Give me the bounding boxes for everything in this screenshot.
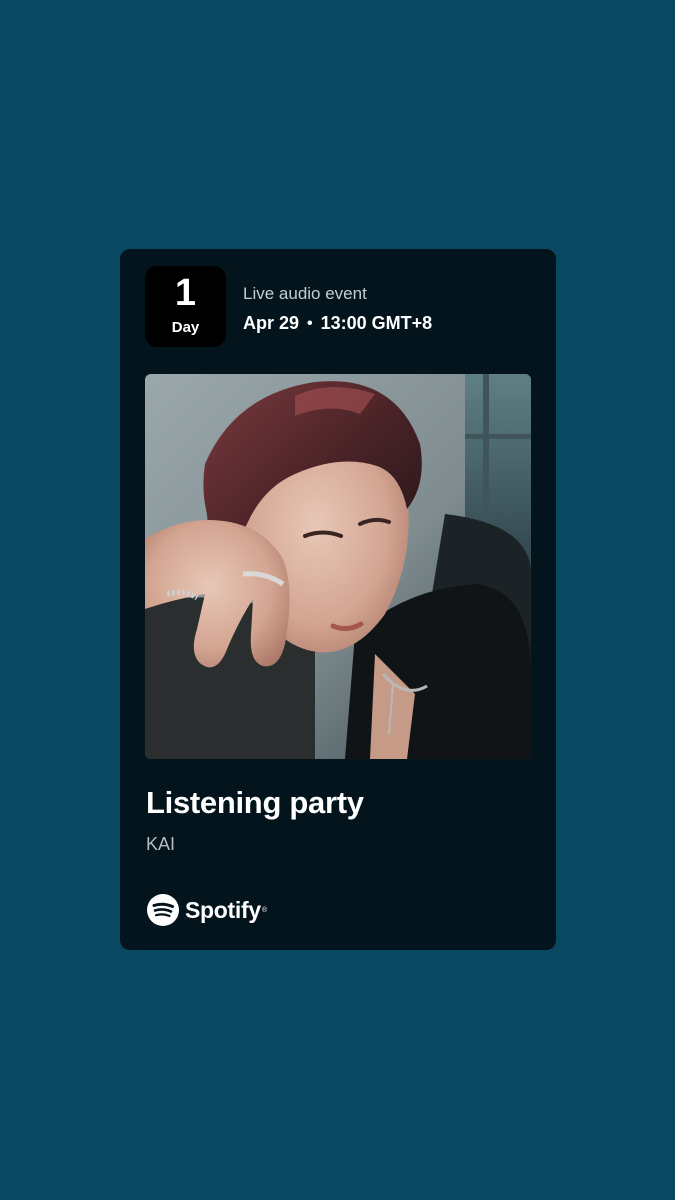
countdown-unit: Day [171, 319, 200, 336]
event-title: Listening party [146, 785, 364, 820]
separator-dot: • [307, 315, 313, 332]
event-time: 13:00 GMT+8 [320, 313, 433, 333]
artist-portrait-photo [145, 374, 531, 759]
spotify-wordmark: Spotify [185, 896, 261, 923]
countdown-badge: 1 Day [145, 266, 226, 347]
spotify-logo-icon [147, 894, 179, 926]
spotify-brand: Spotify ® [147, 893, 267, 927]
event-datetime: Apr 29 • 13:00 GMT+8 [243, 313, 432, 334]
event-date: Apr 29 [243, 313, 300, 333]
event-card: 1 Day Live audio event Apr 29 • 13:00 GMT+… [120, 249, 556, 950]
trademark-symbol: ® [261, 907, 268, 914]
artwork-image [145, 374, 531, 759]
countdown-number: 1 [174, 272, 197, 314]
event-type-label: Live audio event [243, 284, 367, 303]
artist-name: KAI [146, 834, 176, 854]
